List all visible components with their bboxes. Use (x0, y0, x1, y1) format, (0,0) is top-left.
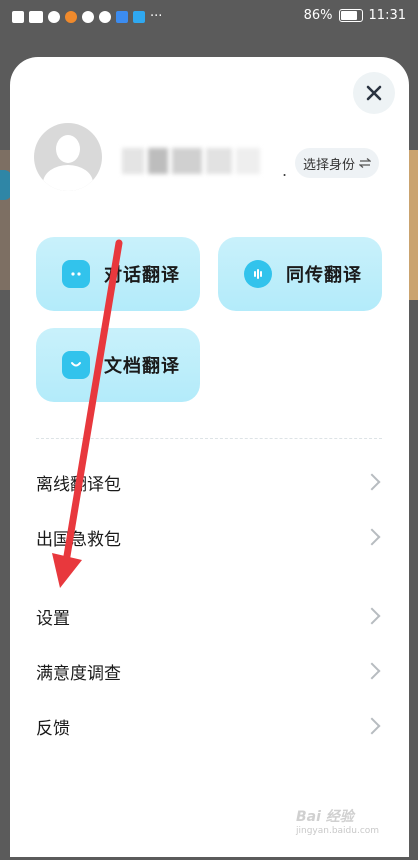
battery-icon (338, 9, 363, 22)
document-translate-label: 文档翻译 (104, 356, 180, 377)
menu-item-label: 反馈 (36, 718, 70, 739)
watermark-brand: Bai 经验 (296, 809, 354, 825)
message-icon (82, 10, 94, 23)
chevron-right-icon (363, 473, 381, 491)
dialog-translate-label: 对话翻译 (104, 265, 180, 286)
menu-item-settings[interactable]: 设置 (36, 596, 386, 636)
side-panel: . 选择身份 对话翻译 同传翻译 文档翻译 离线翻译包 出国急救包 设置 满意度… (10, 57, 409, 857)
menu-item-emergency-pack[interactable]: 出国急救包 (36, 517, 386, 557)
status-icons-left: ··· (12, 9, 162, 24)
avatar[interactable] (34, 123, 102, 191)
close-icon (366, 85, 382, 101)
menu-item-offline-pack[interactable]: 离线翻译包 (36, 462, 386, 502)
clock: 11:31 (368, 8, 406, 23)
menu-item-label: 满意度调查 (36, 663, 121, 684)
menu-item-feedback[interactable]: 反馈 (36, 706, 386, 746)
status-icons-right: 86% 11:31 (304, 8, 406, 23)
menu-item-label: 离线翻译包 (36, 474, 121, 495)
section-divider (36, 438, 382, 439)
document-translate-icon (62, 351, 90, 379)
select-identity-label: 选择身份 (303, 157, 356, 173)
app-icon (133, 10, 145, 23)
battery-percent: 86% (303, 8, 333, 23)
document-translate-card[interactable]: 文档翻译 (36, 328, 200, 402)
status-bar: ··· 86% 11:31 (0, 0, 418, 32)
simultaneous-translate-label: 同传翻译 (286, 265, 362, 286)
dialog-translate-icon (62, 260, 90, 288)
chevron-right-icon (363, 528, 381, 546)
hd-icon (12, 10, 24, 23)
app-icon (99, 10, 111, 23)
baidu-watermark: Bai 经验 jingyan.baidu.com (296, 806, 379, 836)
menu-item-survey[interactable]: 满意度调查 (36, 651, 386, 691)
simultaneous-translate-card[interactable]: 同传翻译 (218, 237, 382, 311)
more-icon: ··· (150, 9, 163, 24)
username-blurred: . (122, 145, 287, 180)
select-identity-button[interactable]: 选择身份 (295, 148, 380, 178)
swap-icon (359, 158, 372, 168)
app-icon (116, 10, 128, 23)
chevron-right-icon (363, 717, 381, 735)
menu-item-label: 设置 (36, 608, 70, 629)
close-button[interactable] (353, 72, 395, 114)
app-icon (65, 10, 77, 23)
default-avatar-icon (56, 135, 80, 163)
menu-item-label: 出国急救包 (36, 529, 121, 550)
wifi-icon (48, 10, 60, 23)
chevron-right-icon (363, 607, 381, 625)
watermark-url: jingyan.baidu.com (296, 826, 380, 836)
dialog-translate-card[interactable]: 对话翻译 (36, 237, 200, 311)
simultaneous-translate-icon (244, 260, 272, 288)
signal-icon (29, 10, 43, 23)
chevron-right-icon (363, 662, 381, 680)
